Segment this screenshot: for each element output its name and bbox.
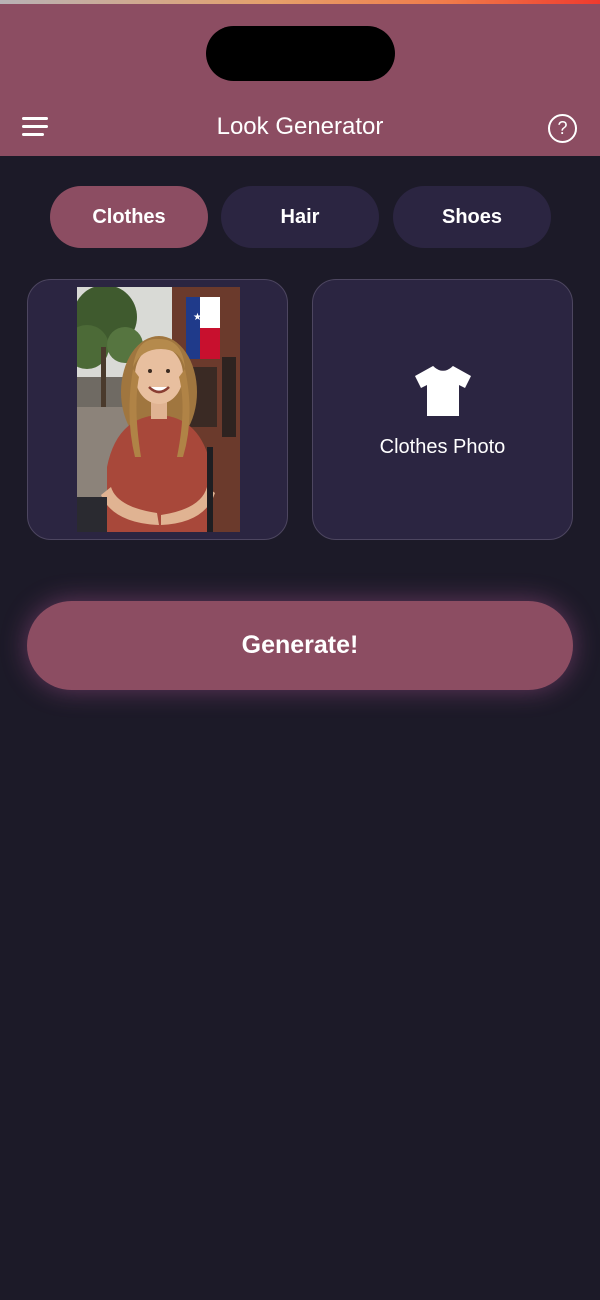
tab-shoes[interactable]: Shoes [393,186,551,248]
person-photo: ★ [77,287,240,532]
tshirt-icon [415,365,471,416]
person-photo-card[interactable]: ★ [27,279,288,540]
app-screen: Look Generator ? Clothes Hair Shoes ★ Cl… [0,0,600,1300]
dynamic-island [206,26,395,81]
generate-button[interactable]: Generate! [27,601,573,690]
clothes-photo-card[interactable]: Clothes Photo [312,279,573,540]
help-icon[interactable]: ? [548,114,577,143]
svg-text:★: ★ [193,312,202,323]
page-title: Look Generator [216,113,384,140]
tab-clothes[interactable]: Clothes [50,186,208,248]
tab-hair[interactable]: Hair [221,186,379,248]
clothes-photo-label: Clothes Photo [379,436,506,458]
app-header: Look Generator ? [0,4,600,156]
category-tabs: Clothes Hair Shoes [0,186,600,248]
